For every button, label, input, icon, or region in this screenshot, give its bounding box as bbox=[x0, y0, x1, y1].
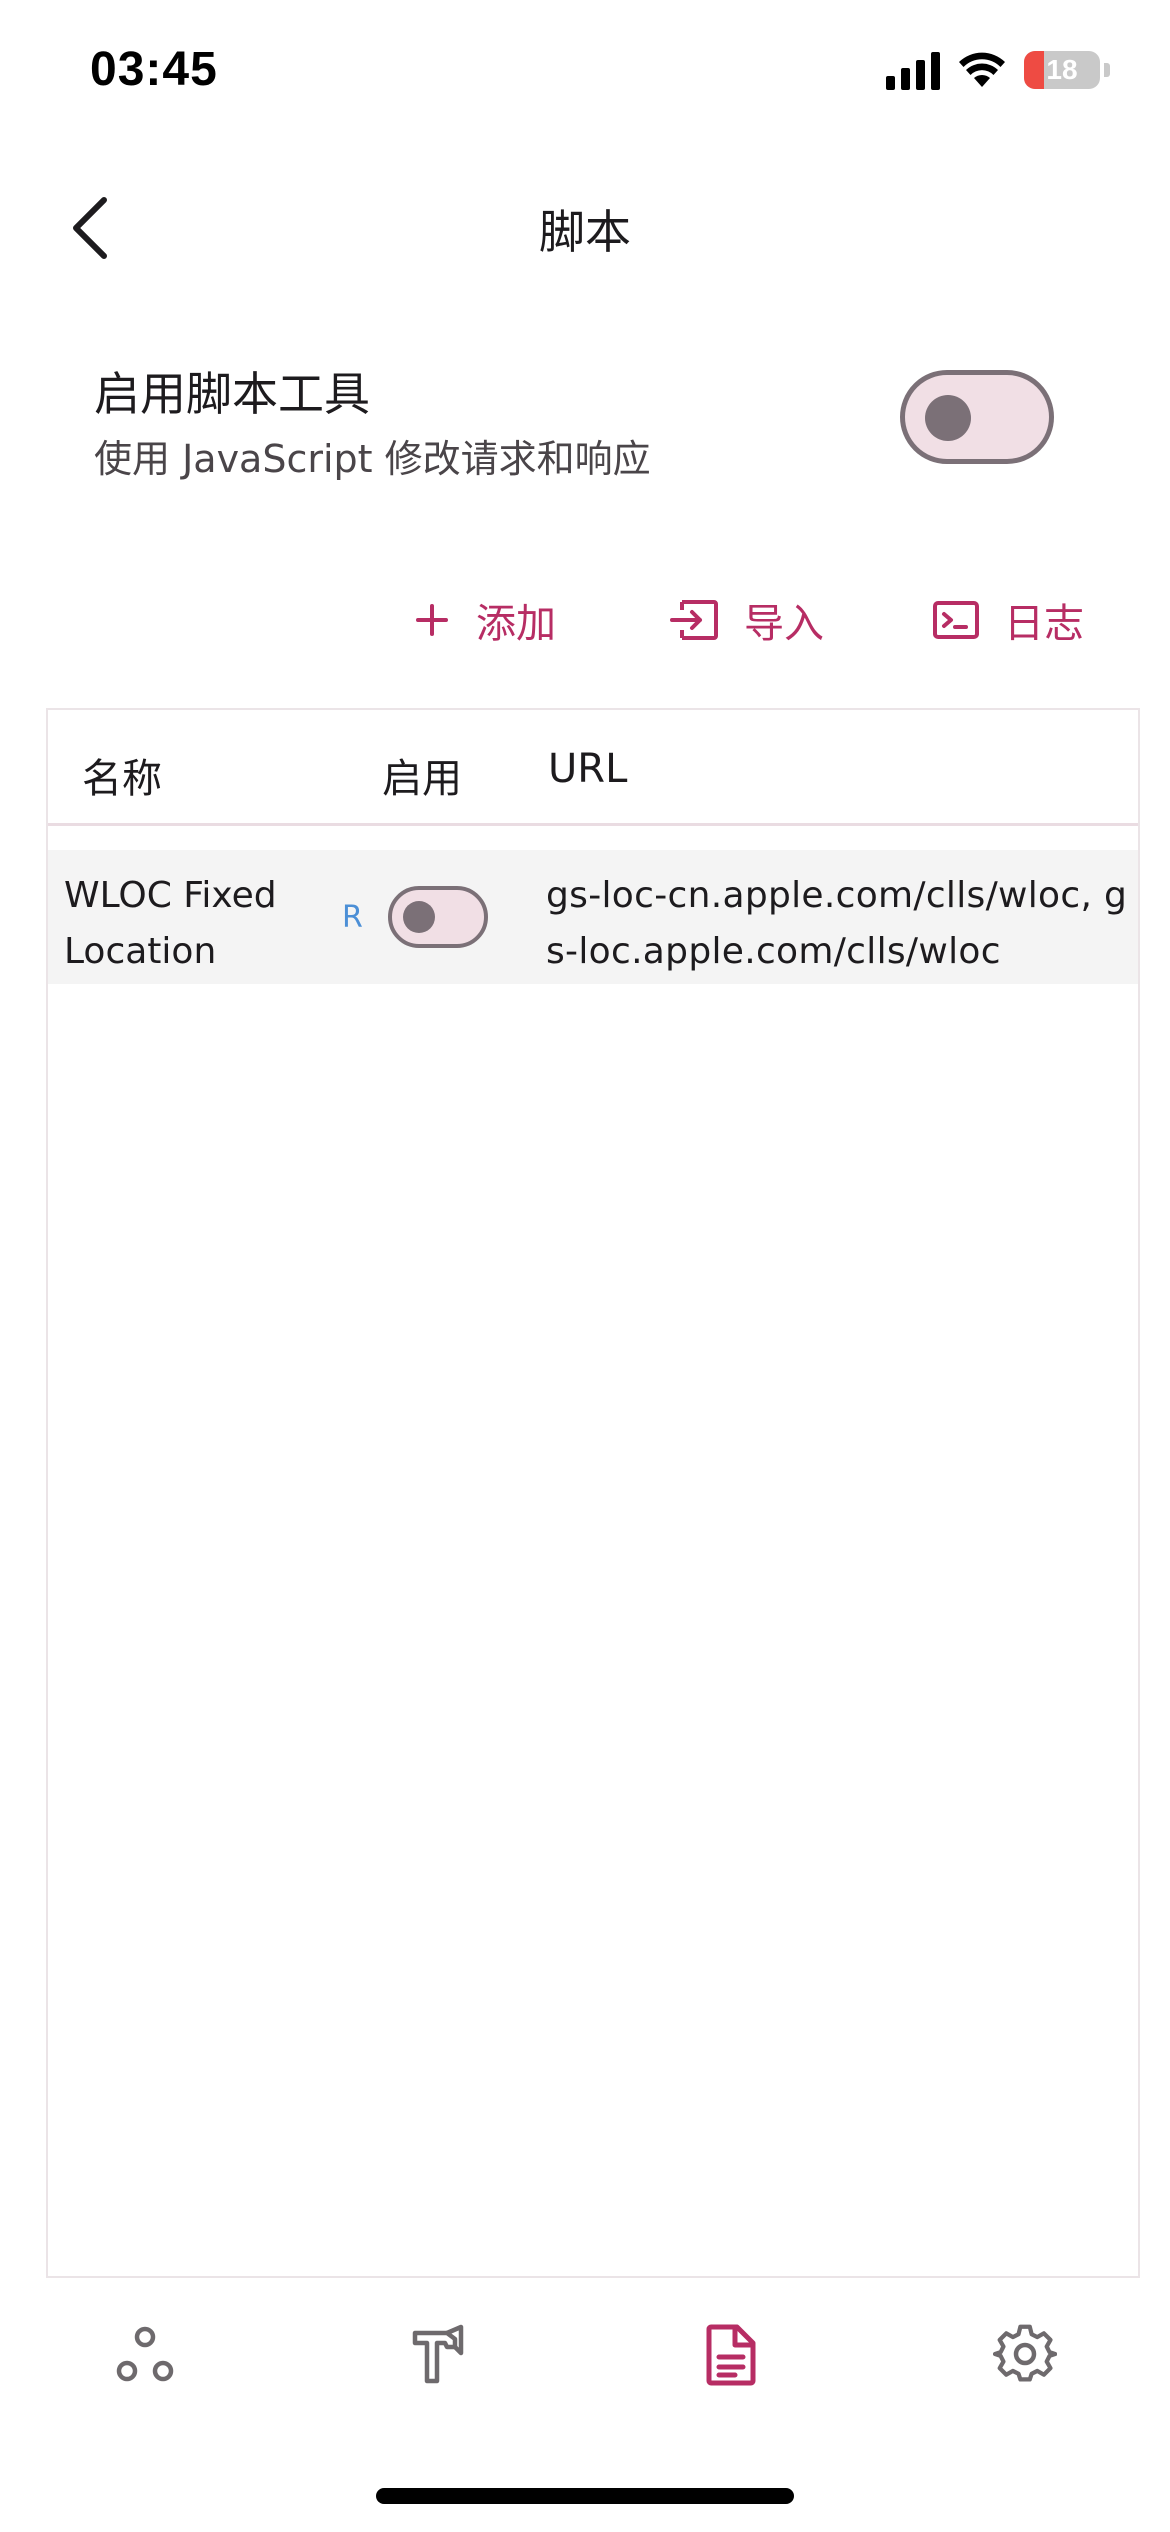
toggle-knob bbox=[403, 901, 435, 933]
status-time: 03:45 bbox=[90, 43, 218, 96]
scripts-table: 名称 启用 URL WLOC Fixed Location R gs-loc-c… bbox=[46, 708, 1140, 2278]
nav-network[interactable] bbox=[90, 2300, 200, 2410]
toggle-knob bbox=[925, 395, 971, 441]
table-row[interactable]: WLOC Fixed Location R gs-loc-cn.apple.co… bbox=[48, 850, 1138, 984]
script-enable-toggle[interactable] bbox=[388, 886, 488, 948]
top-app-bar: 脚本 bbox=[0, 170, 1170, 280]
add-script-label: 添加 bbox=[476, 601, 556, 647]
nav-settings[interactable] bbox=[970, 2300, 1080, 2410]
column-header-url: URL bbox=[548, 746, 628, 792]
column-header-name: 名称 bbox=[82, 756, 162, 802]
battery-cap bbox=[1104, 63, 1110, 77]
enable-scripts-row: 启用脚本工具 使用 JavaScript 修改请求和响应 bbox=[0, 340, 1170, 500]
import-script-button[interactable]: 导入 bbox=[668, 580, 824, 660]
battery-icon: 18 bbox=[1024, 51, 1100, 89]
status-bar: 03:45 18 bbox=[0, 0, 1170, 150]
settings-gear-icon bbox=[993, 2324, 1057, 2382]
add-script-button[interactable]: 添加 bbox=[412, 580, 556, 660]
cellular-signal-icon bbox=[886, 50, 940, 90]
toolbox-icon bbox=[412, 2324, 464, 2384]
table-header: 名称 启用 URL bbox=[48, 710, 1138, 826]
script-type-badge: R bbox=[342, 900, 363, 935]
log-label: 日志 bbox=[1004, 601, 1084, 647]
import-script-label: 导入 bbox=[744, 601, 824, 647]
page-title: 脚本 bbox=[539, 205, 631, 259]
home-indicator[interactable] bbox=[376, 2488, 794, 2504]
bottom-navigation bbox=[0, 2300, 1170, 2410]
column-header-enable: 启用 bbox=[382, 756, 462, 802]
status-icons: 18 bbox=[886, 50, 1110, 90]
enable-scripts-subtitle: 使用 JavaScript 修改请求和响应 bbox=[94, 437, 651, 481]
battery-level: 18 bbox=[1046, 54, 1078, 85]
terminal-icon bbox=[933, 601, 979, 639]
network-icon bbox=[116, 2326, 174, 2382]
import-icon bbox=[670, 600, 718, 640]
enable-scripts-title: 启用脚本工具 bbox=[94, 367, 370, 421]
nav-toolbox[interactable] bbox=[384, 2300, 494, 2410]
nav-scripts[interactable] bbox=[676, 2300, 786, 2410]
log-button[interactable]: 日志 bbox=[932, 580, 1084, 660]
plus-icon bbox=[416, 604, 448, 636]
script-document-icon bbox=[706, 2324, 756, 2386]
wifi-icon bbox=[959, 52, 1005, 87]
enable-scripts-toggle[interactable] bbox=[900, 370, 1054, 464]
script-name: WLOC Fixed Location bbox=[64, 875, 277, 972]
script-url: gs-loc-cn.apple.com/clls/wloc, gs-loc.ap… bbox=[546, 875, 1128, 972]
action-bar: 添加 导入 日志 bbox=[0, 580, 1170, 660]
